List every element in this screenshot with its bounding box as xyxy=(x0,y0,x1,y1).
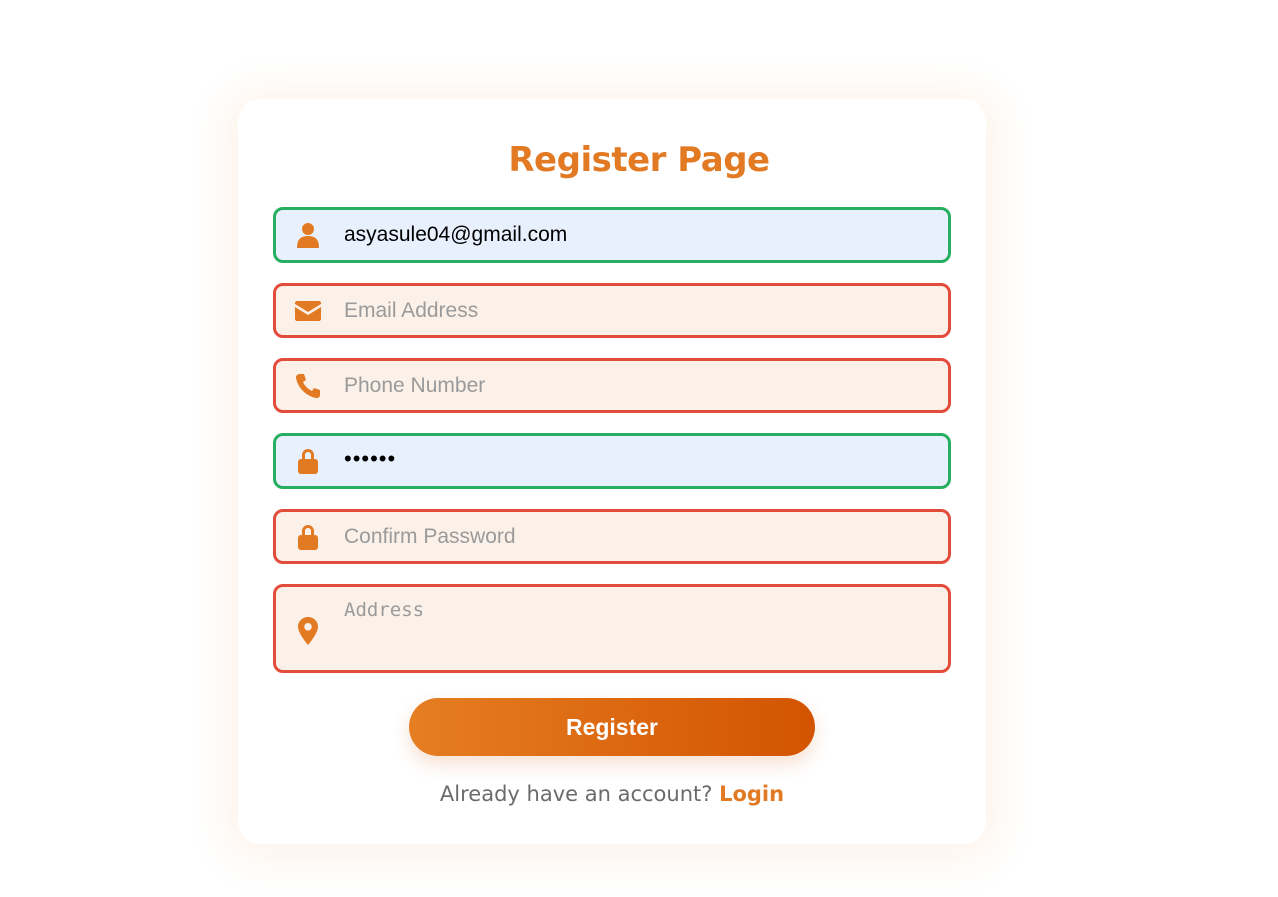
login-link[interactable]: Login xyxy=(719,782,784,806)
phone-icon xyxy=(294,372,322,400)
user-icon xyxy=(294,221,322,249)
confirm-password-field[interactable]: Confirm Password xyxy=(273,509,951,564)
page-title: Register Page xyxy=(508,140,770,180)
login-prompt-text: Already have an account? xyxy=(439,782,713,806)
confirm-password-placeholder: Confirm Password xyxy=(344,524,516,548)
password-field[interactable]: •••••• xyxy=(273,433,951,489)
lock-icon xyxy=(294,523,322,551)
map-marker-icon xyxy=(294,617,322,645)
address-textarea[interactable]: Address xyxy=(273,584,951,673)
username-field[interactable]: asyasule04@gmail.com xyxy=(273,207,951,263)
register-button[interactable]: Register xyxy=(409,698,815,756)
email-placeholder: Email Address xyxy=(344,298,479,322)
username-value: asyasule04@gmail.com xyxy=(344,223,568,246)
email-field[interactable]: Email Address xyxy=(273,283,951,338)
phone-field[interactable]: Phone Number xyxy=(273,358,951,413)
address-placeholder: Address xyxy=(344,599,425,621)
envelope-icon xyxy=(294,297,322,325)
phone-placeholder: Phone Number xyxy=(344,373,486,397)
login-prompt: Already have an account? Login xyxy=(0,782,1224,806)
lock-icon xyxy=(294,447,322,475)
password-value: •••••• xyxy=(344,446,397,471)
